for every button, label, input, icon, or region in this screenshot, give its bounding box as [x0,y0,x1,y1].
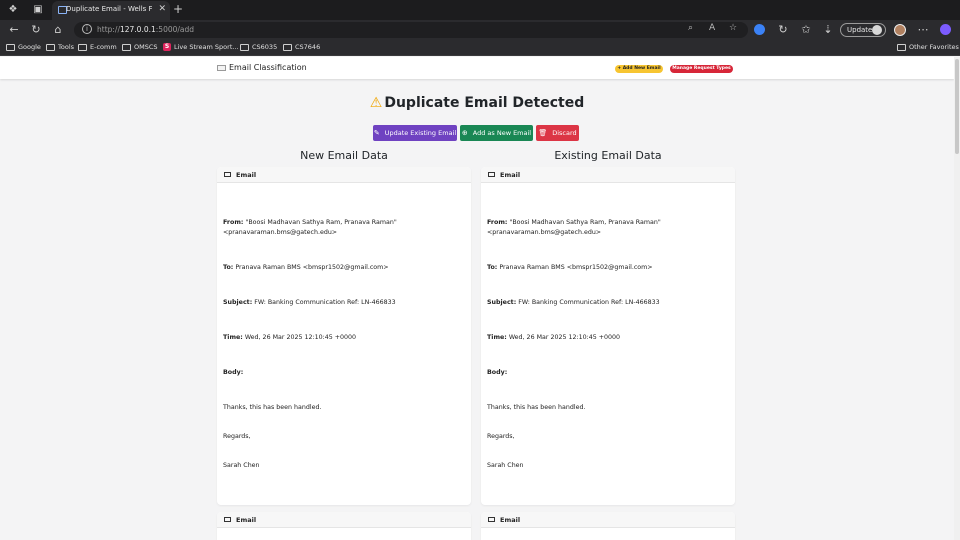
manage-request-types-button[interactable]: Manage Request Types [670,65,733,73]
add-as-new-email-button[interactable]: ⊕ Add as New Email [460,125,533,141]
page-scrollbar[interactable] [954,57,960,540]
bookmark-google[interactable]: Google [6,43,41,51]
bookmark-live-stream[interactable]: S Live Stream Sport... [163,43,239,51]
body-line: Sarah Chen [487,462,524,469]
tab-actions-icon[interactable]: ▣ [31,3,45,17]
tab-title: Duplicate Email - Wells Fargo E [66,5,152,13]
warning-icon: ⚠ [369,95,383,111]
refresh-icon[interactable]: ↻ [29,23,43,37]
more-menu-icon[interactable]: ⋯ [916,23,930,37]
bookmark-cs6035[interactable]: CS6035 [240,43,277,51]
browser-tab-active[interactable]: Duplicate Email - Wells Fargo E ✕ [52,1,170,20]
body-label: Body: [487,369,508,376]
add-new-email-button[interactable]: + Add New Email [615,65,663,73]
time-field: Time: Wed, 26 Mar 2025 12:10:45 +0000 [223,334,357,341]
from-field: From: "Boosi Madhavan Sathya Ram, Pranav… [223,219,397,236]
body-line: Thanks, this has been handled. [487,404,586,411]
new-email-card-2: Email [217,512,471,540]
time-field: Time: Wed, 26 Mar 2025 12:10:45 +0000 [487,334,621,341]
app-navbar: Email Classification + Add New Email Man… [0,57,954,79]
home-icon[interactable]: ⌂ [51,23,65,37]
bookmark-tools[interactable]: Tools [46,43,74,51]
update-button[interactable]: Update [840,23,886,37]
plus-circle-icon: ⊕ [461,129,468,137]
update-existing-email-button[interactable]: ✎ Update Existing Email [373,125,457,141]
new-email-card: Email From: "Boosi Madhavan Sathya Ram, … [217,167,471,505]
close-tab-icon[interactable]: ✕ [158,4,166,14]
mail-icon [224,172,231,177]
workspaces-icon[interactable]: ❖ [6,3,20,17]
downloads-icon[interactable]: ⇣ [821,23,835,37]
body-label: Body: [223,369,244,376]
bookmarks-bar: Google Tools E-comm OMSCS S Live Stream S… [0,40,960,56]
update-label: Update [847,26,873,34]
extension-refresh-icon[interactable]: ↻ [776,23,790,37]
update-avatar-icon [872,25,882,35]
mail-icon [224,517,231,522]
scrollbar-thumb[interactable] [955,59,959,154]
to-field: To: Pranava Raman BMS <bmspr1502@gmail.c… [223,264,389,271]
card-header: Email [481,167,735,183]
bookmark-omscs[interactable]: OMSCS [122,43,158,51]
card-header: Email [217,512,471,528]
mail-icon [488,172,495,177]
body-line: Regards, [487,433,515,440]
card-header: Email [217,167,471,183]
existing-email-card: Email From: "Boosi Madhavan Sathya Ram, … [481,167,735,505]
existing-email-card-2: Email [481,512,735,540]
url-text[interactable]: http://127.0.0.1:5000/add [97,25,194,34]
discard-button[interactable]: 🗑 Discard [536,125,579,141]
trash-icon: 🗑 [538,129,548,137]
subject-field: Subject: FW: Banking Communication Ref: … [223,299,396,306]
page-content: Email Classification + Add New Email Man… [0,57,960,540]
address-bar[interactable]: i http://127.0.0.1:5000/add ⌕ A ☆ [74,22,748,38]
folder-icon [240,43,249,51]
folder-icon [78,43,87,51]
folder-icon [283,43,292,51]
body-line: Thanks, this has been handled. [223,404,322,411]
body-line: Regards, [223,433,251,440]
subject-field: Subject: FW: Banking Communication Ref: … [487,299,660,306]
site-info-icon[interactable]: i [82,24,92,34]
page-heading: ⚠ Duplicate Email Detected [0,95,954,111]
to-field: To: Pranava Raman BMS <bmspr1502@gmail.c… [487,264,653,271]
bookmark-e-comm[interactable]: E-comm [78,43,117,51]
favorites-icon[interactable]: ✩ [799,23,813,37]
body-line: Sarah Chen [223,462,260,469]
new-email-title: New Email Data [300,149,388,162]
folder-icon [6,43,15,51]
folder-icon [897,43,906,51]
browser-tab-bar: ❖ ▣ Duplicate Email - Wells Fargo E ✕ + [0,0,960,20]
brand[interactable]: Email Classification [217,63,307,72]
envelope-icon [217,64,226,71]
extension-icon[interactable] [754,24,765,35]
favorite-star-icon[interactable]: ☆ [729,23,737,33]
existing-email-title: Existing Email Data [554,149,662,162]
brand-label: Email Classification [229,63,307,72]
edit-icon: ✎ [373,129,380,137]
search-icon[interactable]: ⌕ [688,23,693,33]
new-tab-icon[interactable]: + [173,2,183,16]
back-icon[interactable]: ← [7,23,21,37]
bookmark-cs7646[interactable]: CS7646 [283,43,320,51]
from-field: From: "Boosi Madhavan Sathya Ram, Pranav… [487,219,661,236]
page-heading-text: Duplicate Email Detected [384,95,585,111]
read-aloud-icon[interactable]: A [709,23,715,33]
card-header: Email [481,512,735,528]
bookmark-other-favorites[interactable]: Other Favorites [897,43,959,51]
browser-toolbar: ← ↻ ⌂ i http://127.0.0.1:5000/add ⌕ A ☆ … [0,20,960,40]
live-stream-icon: S [163,43,171,51]
copilot-icon[interactable] [940,24,951,35]
profile-avatar[interactable] [894,24,906,36]
folder-icon [122,43,131,51]
mail-icon [488,517,495,522]
folder-icon [46,43,55,51]
